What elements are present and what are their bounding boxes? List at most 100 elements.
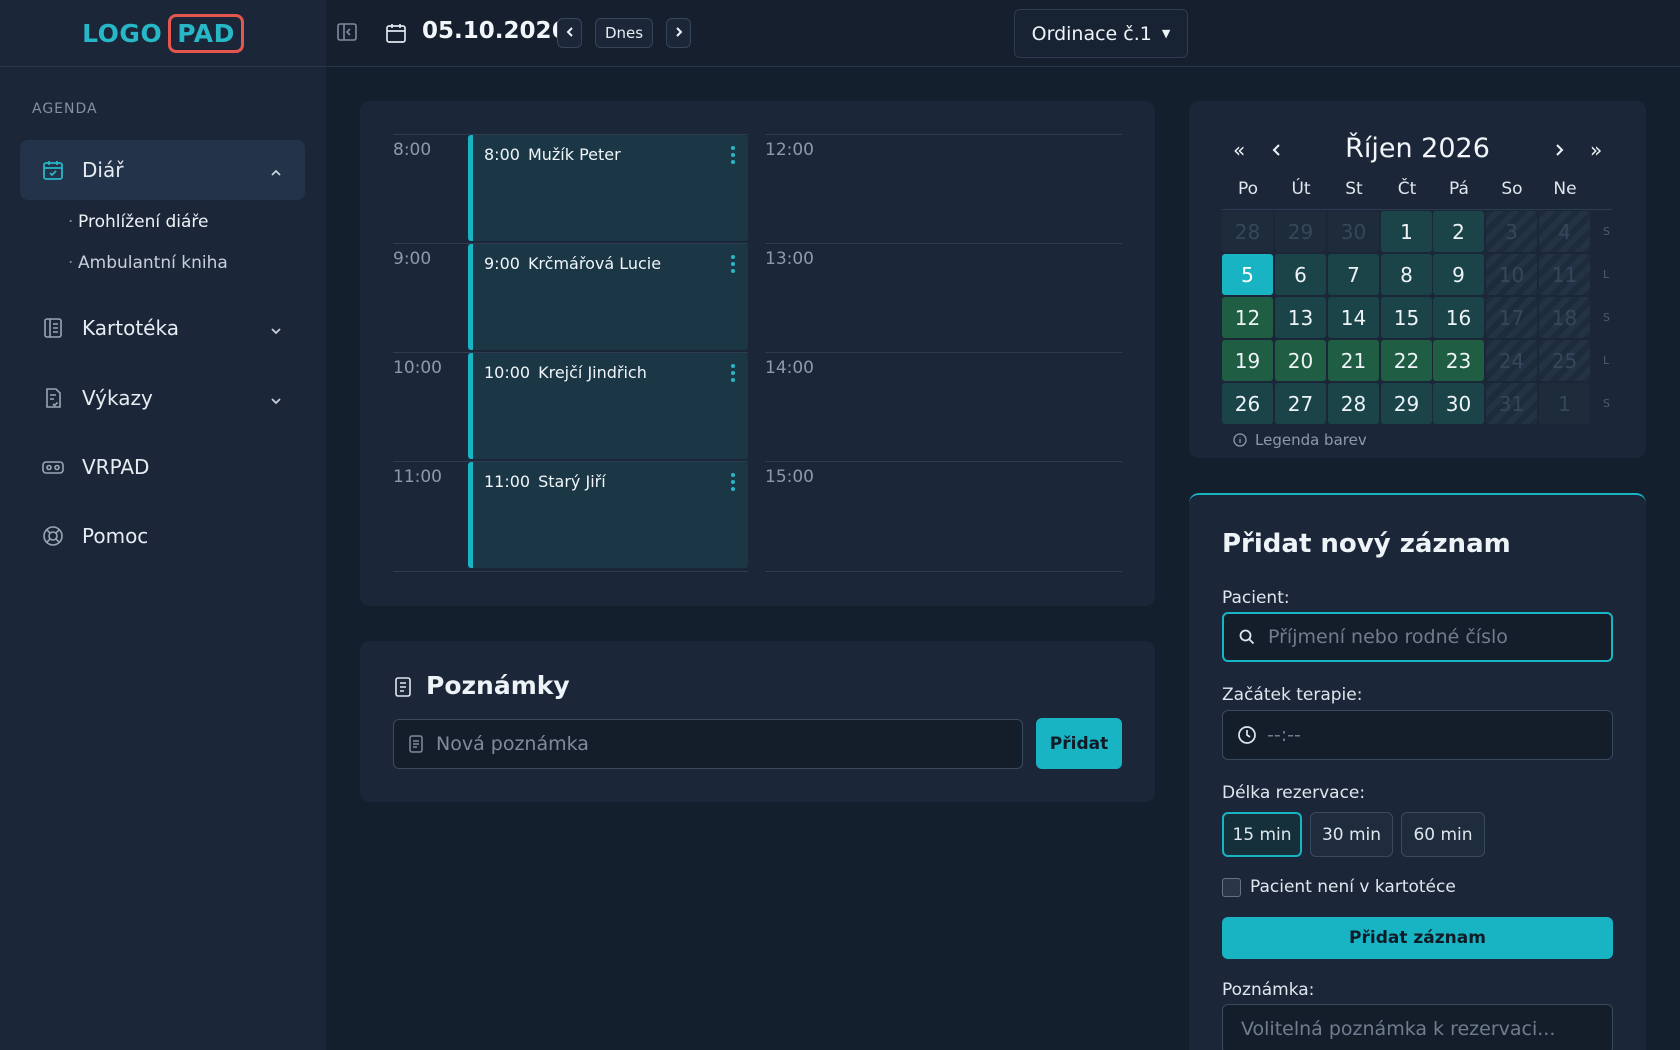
sidebar-item-vrpad[interactable]: VRPAD [20,437,305,497]
chevron-up-icon [269,161,283,185]
more-vertical-icon[interactable] [730,145,736,169]
time-slot-label: 9:00 [393,249,432,269]
next-year-button[interactable]: » [1590,138,1602,162]
time-slot-label: 11:00 [393,467,442,487]
time-slot-label[interactable]: 14:00 [765,358,814,378]
time-slot-label[interactable]: 13:00 [765,249,814,269]
calendar-day[interactable]: 29 [1275,211,1326,252]
not-in-records-checkbox[interactable] [1222,878,1241,897]
appointment-patient: Mužík Peter [527,145,621,164]
therapy-start-label: Začátek terapie: [1222,685,1363,705]
calendar-day: 24 [1486,340,1537,381]
divider [1222,209,1612,210]
new-note-input[interactable]: Nová poznámka [393,719,1023,769]
divider [765,352,1122,353]
today-button[interactable]: Dnes [595,18,653,48]
calendar-day-today[interactable]: 5 [1222,254,1273,295]
calendar-day: 17 [1486,297,1537,338]
calendar-day[interactable]: 30 [1433,383,1484,424]
next-month-button[interactable] [1553,138,1565,162]
appointment-time: 10:00 [484,363,531,382]
week-marker: S [1603,397,1610,410]
calendar-day[interactable]: 23 [1433,340,1484,381]
calendar-day[interactable]: 7 [1328,254,1379,295]
add-record-form: Přidat nový záznam Pacient: Příjmení neb… [1189,493,1646,1050]
chevron-down-icon [269,319,283,343]
appointment-card[interactable]: 8:00 Mužík Peter [468,135,748,241]
calendar-day[interactable]: 28 [1222,211,1273,252]
sidebar-item-label: Kartotéka [82,316,179,340]
calendar-day[interactable]: 16 [1433,297,1484,338]
calendar-day[interactable]: 27 [1275,383,1326,424]
patient-label: Pacient: [1222,588,1290,608]
note-label: Poznámka: [1222,980,1315,1000]
logo[interactable]: LOGO PAD [82,13,244,53]
calendar-day[interactable]: 28 [1328,383,1379,424]
calendar-day[interactable]: 29 [1381,383,1432,424]
calendar-day[interactable]: 22 [1381,340,1432,381]
week-marker: L [1603,268,1610,281]
calendar-day[interactable]: 6 [1275,254,1326,295]
therapy-start-input[interactable]: --:-- [1222,710,1613,760]
more-vertical-icon[interactable] [730,472,736,496]
color-legend-link[interactable]: Legenda barev [1233,431,1367,449]
time-slot-label[interactable]: 15:00 [765,467,814,487]
calendar-day[interactable]: 14 [1328,297,1379,338]
calendar-day[interactable]: 19 [1222,340,1273,381]
sidebar-item-kartoteka[interactable]: Kartotéka [20,298,305,358]
appointment-card[interactable]: 9:00 Krčmářová Lucie [468,244,748,350]
logo-part2: PAD [168,13,244,53]
appointment-card[interactable]: 11:00 Starý Jiří [468,462,748,568]
appointment-patient: Starý Jiří [538,472,606,491]
calendar-day: 11 [1539,254,1590,295]
calendar-day: 1 [1539,383,1590,424]
sidebar-item-vykazy[interactable]: Výkazy [20,368,305,428]
notes-title: Poznámky [426,671,570,700]
next-day-button[interactable] [666,18,691,48]
sidebar-item-label: Výkazy [82,386,153,410]
add-note-button[interactable]: Přidat [1036,718,1122,769]
calendar-day[interactable]: 21 [1328,340,1379,381]
time-slot-label: 8:00 [393,140,432,160]
appointment-time: 8:00 [484,145,520,164]
appointment-text: 9:00 Krčmářová Lucie [484,254,661,273]
divider [765,243,1122,244]
appointment-patient: Krčmářová Lucie [527,254,662,273]
sidebar-subitem-ambulantni-kniha[interactable]: Ambulantní kniha [68,253,228,273]
sidebar-subitem-prohlizeni[interactable]: Prohlížení diáře [68,212,209,232]
time-slot-label[interactable]: 12:00 [765,140,814,160]
calendar-day[interactable]: 12 [1222,297,1273,338]
duration-30-button[interactable]: 30 min [1310,812,1393,857]
calendar-day[interactable]: 1 [1381,211,1432,252]
patient-search-input[interactable]: Příjmení nebo rodné číslo [1222,612,1613,662]
weekday-label: Pá [1449,179,1469,199]
divider [765,571,1122,572]
more-vertical-icon[interactable] [730,254,736,278]
weekday-label: St [1345,179,1363,199]
reservation-note-input[interactable]: Volitelná poznámka k rezervaci... [1222,1004,1613,1050]
calendar-month-title: Říjen 2026 [1345,133,1490,164]
prev-day-button[interactable] [557,18,582,48]
note-icon [407,734,425,759]
calendar-day[interactable]: 20 [1275,340,1326,381]
sidebar-item-pomoc[interactable]: Pomoc [20,506,305,566]
calendar-day[interactable]: 9 [1433,254,1484,295]
appointment-card[interactable]: 10:00 Krejčí Jindřich [468,353,748,459]
not-in-records-label[interactable]: Pacient není v kartotéce [1250,877,1456,897]
sidebar-toggle-icon[interactable] [336,21,358,47]
calendar-day[interactable]: 13 [1275,297,1326,338]
calendar-day[interactable]: 30 [1328,211,1379,252]
calendar-day[interactable]: 26 [1222,383,1273,424]
calendar-check-icon [40,157,66,183]
lifebuoy-icon [40,523,66,549]
sidebar-item-diar[interactable]: Diář [20,140,305,200]
calendar-day[interactable]: 15 [1381,297,1432,338]
calendar-day[interactable]: 2 [1433,211,1484,252]
duration-60-button[interactable]: 60 min [1401,812,1485,857]
add-record-button[interactable]: Přidat záznam [1222,917,1613,959]
duration-label: Délka rezervace: [1222,783,1366,803]
calendar-day[interactable]: 8 [1381,254,1432,295]
duration-15-button[interactable]: 15 min [1222,812,1302,857]
location-dropdown[interactable]: Ordinace č.1 ▼ [1014,9,1188,58]
more-vertical-icon[interactable] [730,363,736,387]
